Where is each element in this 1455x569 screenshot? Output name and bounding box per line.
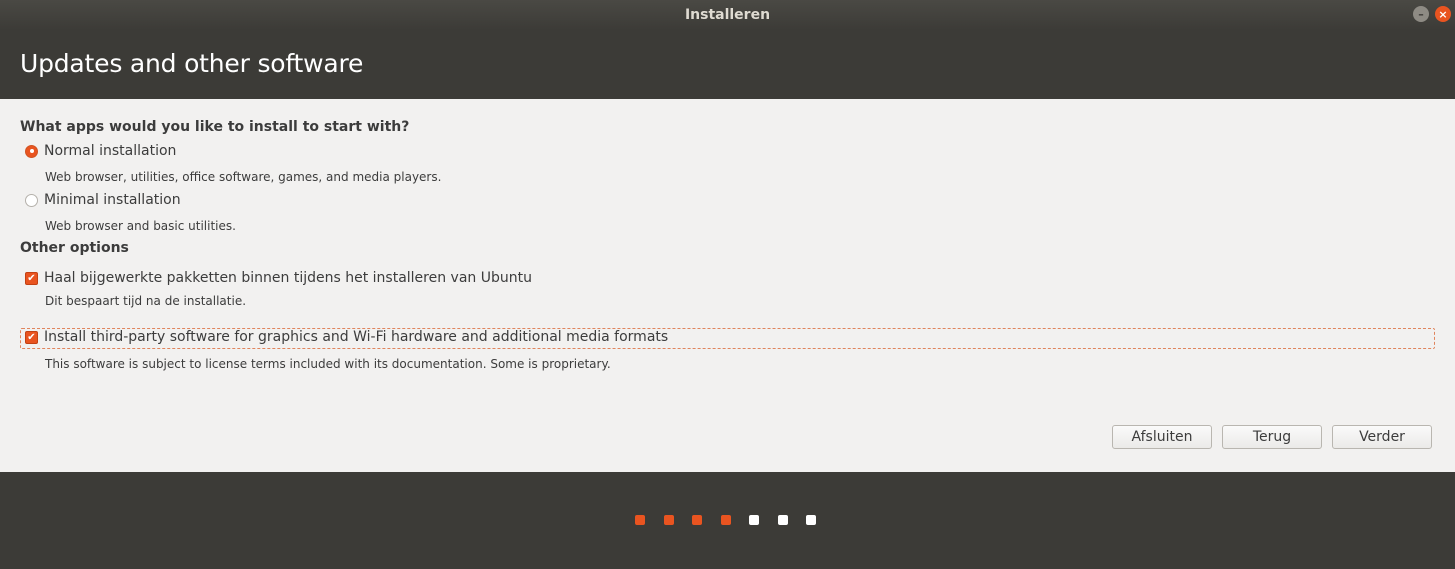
checkbox-checked-icon[interactable]: ✔ [25,330,38,344]
minimal-installation-radio[interactable]: Minimal installation [25,192,181,208]
third-party-software-label[interactable]: Install third-party software for graphic… [44,329,668,345]
third-party-software-description: This software is subject to license term… [45,357,611,371]
back-button[interactable]: Terug [1222,425,1322,449]
progress-dot-complete [692,515,702,525]
minimal-installation-label[interactable]: Minimal installation [44,192,181,208]
normal-installation-label[interactable]: Normal installation [44,143,176,159]
normal-installation-radio[interactable]: Normal installation [25,143,176,159]
window-titlebar: Installeren – × [0,0,1455,30]
window-controls: – × [1413,6,1451,22]
quit-button[interactable]: Afsluiten [1112,425,1212,449]
continue-button[interactable]: Verder [1332,425,1432,449]
radio-unselected-icon[interactable] [25,193,38,207]
download-updates-checkbox[interactable]: ✔ Haal bijgewerkte pakketten binnen tijd… [25,270,532,286]
progress-indicator [635,515,816,525]
page-header: Updates and other software [0,30,1455,99]
minimal-installation-description: Web browser and basic utilities. [45,219,236,233]
page-title: Updates and other software [20,49,364,78]
minimize-icon[interactable]: – [1413,6,1429,22]
progress-dot-complete [720,515,731,525]
download-updates-description: Dit bespaart tijd na de installatie. [45,294,247,308]
install-type-heading: What apps would you like to install to s… [20,119,410,135]
progress-dot-complete [663,515,674,525]
third-party-software-checkbox[interactable]: ✔ Install third-party software for graph… [25,329,668,345]
progress-dot-pending [777,515,788,525]
download-updates-label[interactable]: Haal bijgewerkte pakketten binnen tijden… [44,270,532,286]
close-icon[interactable]: × [1435,6,1451,22]
radio-selected-icon[interactable] [25,144,38,158]
checkbox-checked-icon[interactable]: ✔ [25,271,38,285]
progress-dot-pending [806,515,816,525]
progress-dot-complete [635,515,645,525]
normal-installation-description: Web browser, utilities, office software,… [45,170,442,184]
window-title: Installeren [684,7,771,23]
other-options-heading: Other options [20,240,129,256]
progress-dot-pending [749,515,759,525]
